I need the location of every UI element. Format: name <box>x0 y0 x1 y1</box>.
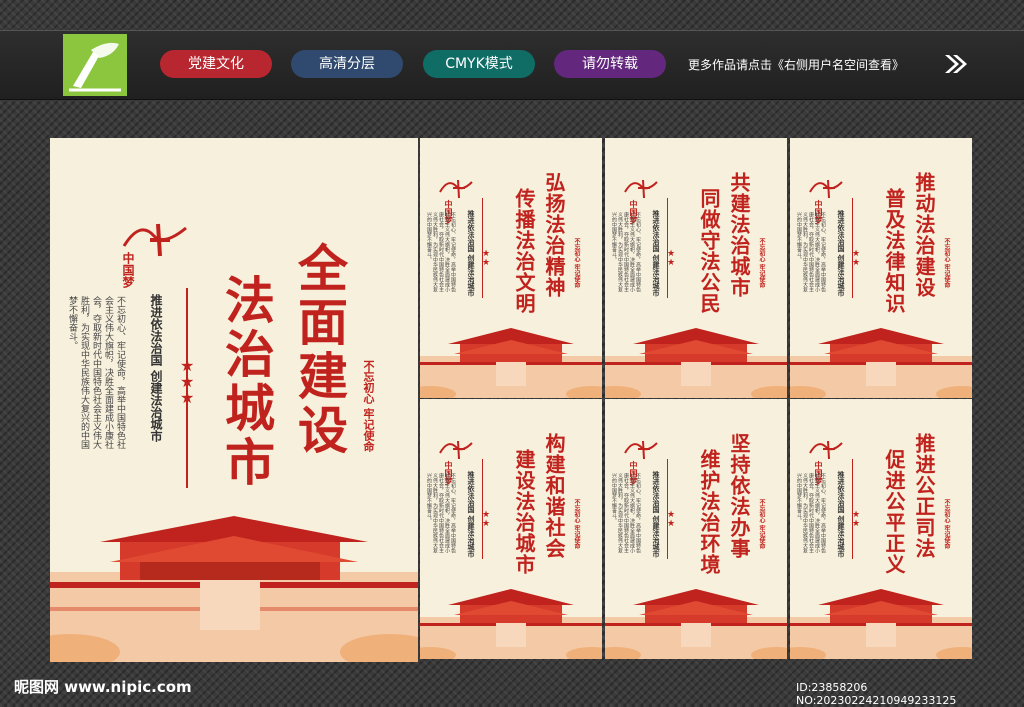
small-title-line2: 建设法治城市 <box>512 449 536 575</box>
palace-illustration <box>605 589 787 659</box>
divider-line <box>482 459 483 559</box>
palace-illustration <box>420 589 602 659</box>
small-subtitle: 推进依法治国 创建法治城市 <box>467 471 476 558</box>
small-title-line1: 共建法治城市 <box>727 172 751 298</box>
star-icon: ★ ★ <box>482 510 491 529</box>
site-logo[interactable] <box>63 34 127 96</box>
main-title-line2: 法治城市 <box>217 274 276 490</box>
small-seal-text: 不忘初心 牢记使命 <box>943 499 950 550</box>
small-title-line2: 同做守法公民 <box>697 188 721 314</box>
main-brand: 中国梦 <box>121 252 135 288</box>
small-title-line2: 促进公平正义 <box>882 449 906 575</box>
small-body-text: 不忘初心、牢记使命，高举中国特色社会主义伟大旗帜，决胜全面建成小康社会，夺取新时… <box>796 212 826 292</box>
small-title-line2: 维护法治环境 <box>697 449 721 575</box>
small-title-line2: 传播法治文明 <box>512 188 536 314</box>
image-id: ID:23858206 NO:20230224210949233125 <box>796 681 957 707</box>
small-title-line1: 弘扬法治精神 <box>542 172 566 298</box>
small-seal-text: 不忘初心 牢记使命 <box>573 238 580 289</box>
main-body-text: 不忘初心、牢记使命，高举中国特色社会主义伟大旗帜，决胜全面建成小康社会，夺取新时… <box>67 296 125 449</box>
small-poster: 中国梦 推进公正司法 促进公平正义 不忘初心 牢记使命 推进依法治国 创建法治城… <box>790 399 972 659</box>
divider-line <box>852 459 853 559</box>
small-poster: 中国梦 推动法治建设 普及法律知识 不忘初心 牢记使命 推进依法治国 创建法治城… <box>790 138 972 398</box>
small-title-line1: 推进公正司法 <box>912 433 936 559</box>
small-subtitle: 推进依法治国 创建法治城市 <box>837 210 846 297</box>
star-icon: ★ ★ <box>852 510 861 529</box>
palace-illustration <box>790 328 972 398</box>
small-body-text: 不忘初心、牢记使命，高举中国特色社会主义伟大旗帜，决胜全面建成小康社会，夺取新时… <box>796 473 826 553</box>
small-poster: 中国梦 共建法治城市 同做守法公民 不忘初心 牢记使命 推进依法治国 创建法治城… <box>605 138 787 398</box>
divider-line <box>667 459 668 559</box>
double-chevron-right-icon[interactable] <box>943 53 969 79</box>
china-dream-logo <box>809 440 843 460</box>
china-dream-logo <box>624 179 658 199</box>
palace-illustration <box>605 328 787 398</box>
palace-illustration <box>420 328 602 398</box>
small-title-line2: 普及法律知识 <box>882 188 906 314</box>
tag-party-culture[interactable]: 党建文化 <box>160 50 272 78</box>
small-body-text: 不忘初心、牢记使命，高举中国特色社会主义伟大旗帜，决胜全面建成小康社会，夺取新时… <box>611 212 641 292</box>
small-poster: 中国梦 弘扬法治精神 传播法治文明 不忘初心 牢记使命 推进依法治国 创建法治城… <box>420 138 602 398</box>
china-dream-logo <box>809 179 843 199</box>
watermark-site: 昵图网 www.nipic.com <box>14 678 192 696</box>
main-seal-text: 不忘初心 牢记使命 <box>362 360 375 452</box>
palace-illustration <box>790 589 972 659</box>
palace-illustration <box>50 516 418 662</box>
star-icon: ★ ★ <box>852 249 861 268</box>
small-body-text: 不忘初心、牢记使命，高举中国特色社会主义伟大旗帜，决胜全面建成小康社会，夺取新时… <box>611 473 641 553</box>
china-dream-logo <box>439 440 473 460</box>
small-subtitle: 推进依法治国 创建法治城市 <box>467 210 476 297</box>
star-icon: ★ ★ <box>667 510 676 529</box>
main-subtitle: 推进依法治国 创建法治城市 <box>149 294 163 443</box>
small-seal-text: 不忘初心 牢记使命 <box>943 238 950 289</box>
small-poster: 中国梦 构建和谐社会 建设法治城市 不忘初心 牢记使命 推进依法治国 创建法治城… <box>420 399 602 659</box>
divider-line <box>186 288 188 488</box>
small-seal-text: 不忘初心 牢记使命 <box>758 238 765 289</box>
tag-cmyk[interactable]: CMYK模式 <box>423 50 535 78</box>
main-title-line1: 全面建设 <box>290 242 349 458</box>
more-works-link[interactable]: 更多作品请点击《右侧用户名空间查看》 <box>688 56 904 73</box>
small-title-line1: 推动法治建设 <box>912 172 936 298</box>
star-icon: ★ ★ <box>482 249 491 268</box>
china-dream-logo <box>439 179 473 199</box>
small-title-line1: 坚持依法办事 <box>727 433 751 559</box>
small-seal-text: 不忘初心 牢记使命 <box>758 499 765 550</box>
star-icon: ★ ★ <box>667 249 676 268</box>
china-dream-logo <box>624 440 658 460</box>
small-subtitle: 推进依法治国 创建法治城市 <box>652 210 661 297</box>
tag-no-repost[interactable]: 请勿转载 <box>554 50 666 78</box>
main-poster: 中国梦 全面建设 法治城市 不忘初心 牢记使命 ★★★ 推进依法治国 创建法治城… <box>50 138 418 662</box>
small-poster: 中国梦 坚持依法办事 维护法治环境 不忘初心 牢记使命 推进依法治国 创建法治城… <box>605 399 787 659</box>
tag-hd-layers[interactable]: 高清分层 <box>291 50 403 78</box>
small-body-text: 不忘初心、牢记使命，高举中国特色社会主义伟大旗帜，决胜全面建成小康社会，夺取新时… <box>426 473 456 553</box>
small-title-line1: 构建和谐社会 <box>542 433 566 559</box>
small-seal-text: 不忘初心 牢记使命 <box>573 499 580 550</box>
divider-line <box>852 198 853 298</box>
small-body-text: 不忘初心、牢记使命，高举中国特色社会主义伟大旗帜，决胜全面建成小康社会，夺取新时… <box>426 212 456 292</box>
divider-line <box>667 198 668 298</box>
small-subtitle: 推进依法治国 创建法治城市 <box>837 471 846 558</box>
divider-line <box>482 198 483 298</box>
small-subtitle: 推进依法治国 创建法治城市 <box>652 471 661 558</box>
